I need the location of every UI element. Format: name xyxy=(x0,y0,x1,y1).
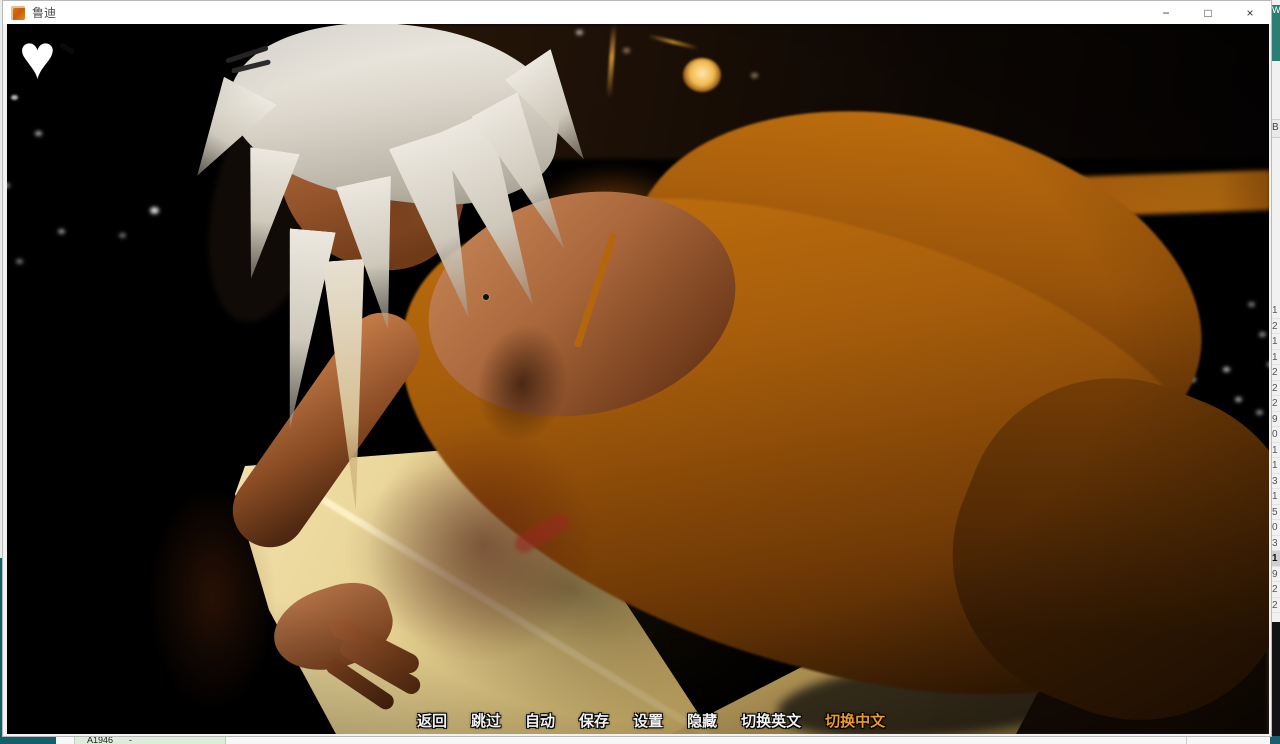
spreadsheet-column-header: B xyxy=(1272,119,1280,138)
name-box-value: A1946 xyxy=(87,736,113,744)
spreadsheet-row-digit: 1 xyxy=(1272,443,1280,459)
quick-menu-item[interactable]: 设置 xyxy=(633,710,663,731)
quick-menu-item[interactable]: 保存 xyxy=(579,710,609,731)
spreadsheet-row-digit: 3 xyxy=(1272,536,1280,552)
spreadsheet-row-digit: 2 xyxy=(1272,582,1280,598)
spreadsheet-row-digit: 1 xyxy=(1272,334,1280,350)
spreadsheet-row-digit: 2 xyxy=(1272,381,1280,397)
window-title: 鲁迪 xyxy=(32,4,56,21)
quick-menu-item[interactable]: 返回 xyxy=(417,710,447,731)
spreadsheet-row-digit: 3 xyxy=(1272,474,1280,490)
spreadsheet-divider-line xyxy=(1186,736,1187,744)
quick-menu-item[interactable]: 切换英文 xyxy=(741,710,801,731)
window-controls: − □ × xyxy=(1145,1,1271,24)
titlebar[interactable]: 鲁迪 − □ × xyxy=(3,1,1271,24)
spreadsheet-titlebar-label: W xyxy=(1272,5,1280,15)
close-icon: × xyxy=(1246,6,1253,20)
spreadsheet-dark-region xyxy=(1272,622,1280,737)
spreadsheet-row-digit: 2 xyxy=(1272,598,1280,614)
spreadsheet-row-digit: 2 xyxy=(1272,396,1280,412)
formula-cell-value: - xyxy=(129,736,132,744)
maximize-button[interactable]: □ xyxy=(1187,1,1229,24)
close-button[interactable]: × xyxy=(1229,1,1271,24)
minimize-icon: − xyxy=(1162,6,1169,20)
spreadsheet-row-digit: 5 xyxy=(1272,505,1280,521)
spreadsheet-row-digit: 1 xyxy=(1272,458,1280,474)
game-window: 鲁迪 − □ × xyxy=(2,0,1272,737)
spreadsheet-row-digit: 1 xyxy=(1272,350,1280,366)
spreadsheet-row-digit: 1 xyxy=(1272,303,1280,319)
minimize-button[interactable]: − xyxy=(1145,1,1187,24)
heart-icon[interactable]: ♥ xyxy=(19,26,89,96)
spreadsheet-bottom-teal-left xyxy=(0,736,56,744)
heart-shine xyxy=(59,42,75,55)
quick-menu-item[interactable]: 隐藏 xyxy=(687,710,717,731)
maximize-icon: □ xyxy=(1204,6,1211,20)
spreadsheet-digit-column: 12112229011315031922 xyxy=(1272,303,1280,613)
scene-vignette xyxy=(7,24,1269,734)
quick-menu: 返回 跳过 自动 保存 设置 隐藏 切换英文 切换中文 xyxy=(417,710,885,731)
quick-menu-item[interactable]: 跳过 xyxy=(471,710,501,731)
quick-menu-item[interactable]: 自动 xyxy=(525,710,555,731)
background-spreadsheet-right-strip[interactable]: W B 12112229011315031922 xyxy=(1272,0,1280,737)
game-viewport[interactable]: ♥ 返回 跳过 自动 保存 设置 隐藏 切换英文 切换中文 xyxy=(7,24,1269,734)
spreadsheet-titlebar-sliver: W xyxy=(1272,5,1280,61)
spreadsheet-bottom-teal-right xyxy=(1270,736,1280,744)
spreadsheet-row-digit: 1 xyxy=(1272,551,1280,567)
spreadsheet-row-digit: 1 xyxy=(1272,489,1280,505)
spreadsheet-row-digit: 9 xyxy=(1272,412,1280,428)
app-icon xyxy=(11,6,25,20)
spreadsheet-row-digit: 2 xyxy=(1272,319,1280,335)
quick-menu-item[interactable]: 切换中文 xyxy=(825,710,885,731)
spreadsheet-row-digit: 0 xyxy=(1272,520,1280,536)
spreadsheet-name-box[interactable]: A1946 - xyxy=(74,736,226,744)
spreadsheet-row-digit: 0 xyxy=(1272,427,1280,443)
background-spreadsheet-bottom-strip[interactable]: A1946 - xyxy=(0,736,1280,744)
spreadsheet-row-digit: 9 xyxy=(1272,567,1280,583)
spreadsheet-row-digit: 2 xyxy=(1272,365,1280,381)
